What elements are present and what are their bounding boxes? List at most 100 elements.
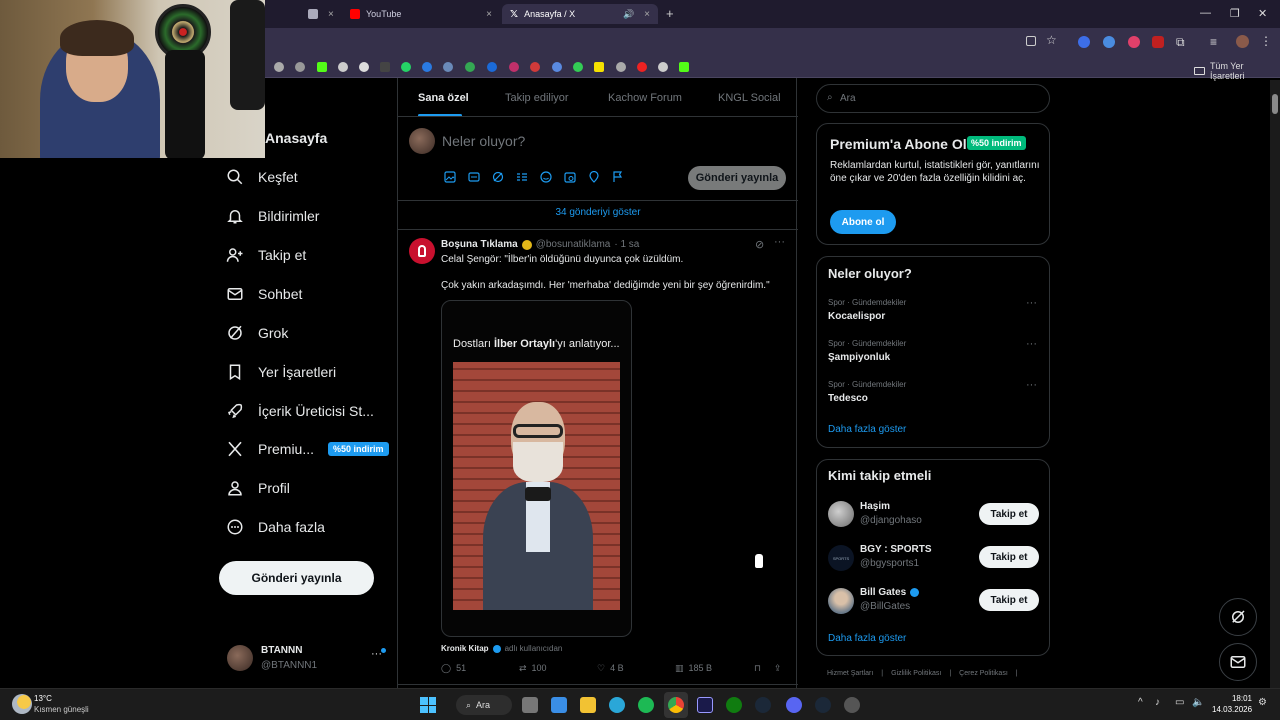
extension-icon[interactable] <box>1078 36 1090 48</box>
emoji-icon[interactable] <box>540 171 552 183</box>
tab-kachow-forum[interactable]: Kachow Forum <box>608 92 682 104</box>
bookmark-icon[interactable] <box>465 62 475 72</box>
avatar[interactable] <box>1236 35 1249 48</box>
volume-icon[interactable]: 🔈 <box>1192 697 1204 708</box>
post-media[interactable]: Dostları İlber Ortaylı'yı anlatıyor... <box>441 300 632 637</box>
repost-button[interactable]: ⇄ 100 <box>519 663 547 674</box>
sidebar-item-notifications[interactable]: Bildirimler <box>226 201 319 231</box>
compose-post-button[interactable]: Gönderi yayınla <box>688 166 786 190</box>
taskbar-search[interactable]: ⌕ Ara <box>456 695 512 715</box>
show-more-link[interactable]: Daha fazla göster <box>828 424 906 435</box>
close-tab-icon[interactable]: × <box>328 9 334 20</box>
post-button[interactable]: Gönderi yayınla <box>219 561 374 595</box>
network-icon[interactable]: ▭ <box>1175 697 1184 708</box>
minimize-icon[interactable]: — <box>1200 7 1211 19</box>
chevron-up-icon[interactable]: ^ <box>1138 697 1143 708</box>
bookmark-icon[interactable] <box>401 62 411 72</box>
clock-date[interactable]: 14.03.2026 <box>1212 705 1252 714</box>
tab-for-you[interactable]: Sana özel <box>418 92 469 104</box>
compose-input[interactable]: Neler oluyor? <box>442 133 525 149</box>
bookmark-icon[interactable] <box>616 62 626 72</box>
bookmark-icon[interactable] <box>487 62 497 72</box>
sidebar-item-follow[interactable]: Takip et <box>226 240 306 270</box>
weather-icon[interactable] <box>12 694 32 714</box>
views-button[interactable]: ▥ 185 B <box>675 663 712 674</box>
sidebar-item-premium[interactable]: Premiu... %50 indirim <box>226 434 389 464</box>
bookmark-icon[interactable] <box>552 62 562 72</box>
follow-button[interactable]: Takip et <box>979 546 1039 568</box>
page-title[interactable]: Anasayfa <box>265 130 327 146</box>
show-new-posts-link[interactable]: 34 gönderiyi göster <box>398 207 798 218</box>
trend-item[interactable]: Spor · Gündemdekiler Kocaelispor <box>828 298 1038 322</box>
account-switcher[interactable]: BTANNN @BTANNN1 ··· <box>227 644 387 674</box>
windows-start-icon[interactable] <box>420 697 436 713</box>
tab-youtube[interactable]: YouTube × <box>342 4 500 24</box>
all-bookmarks-folder[interactable]: Tüm Yer İşaretleri <box>1194 61 1280 81</box>
chrome-icon[interactable] <box>668 697 684 713</box>
star-icon[interactable]: ☆ <box>1046 33 1057 47</box>
tab-x-home[interactable]: 𝕏 Anasayfa / X 🔊 × <box>502 4 658 24</box>
file-explorer-icon[interactable] <box>580 697 596 713</box>
install-app-icon[interactable] <box>1026 36 1036 46</box>
post-author[interactable]: Boşuna Tıklama <box>441 239 518 250</box>
notifications-icon[interactable]: ⚙ <box>1258 697 1267 708</box>
extension-icon[interactable] <box>1128 36 1140 48</box>
flag-icon[interactable] <box>612 171 624 183</box>
post-time[interactable]: · 1 sa <box>614 239 639 250</box>
close-tab-icon[interactable]: × <box>644 9 650 20</box>
more-icon[interactable]: ··· <box>774 236 785 248</box>
tab-kngl-social[interactable]: KNGL Social <box>718 92 781 104</box>
follow-button[interactable]: Takip et <box>979 589 1039 611</box>
clock-time[interactable]: 18:01 <box>1212 694 1252 703</box>
premiere-icon[interactable] <box>697 697 713 713</box>
trend-item[interactable]: Spor · Gündemdekiler Tedesco <box>828 380 1038 404</box>
suggested-user-name-row[interactable]: Bill Gates <box>860 587 920 598</box>
task-view-icon[interactable] <box>522 697 538 713</box>
scrollbar-thumb[interactable] <box>1272 94 1278 114</box>
scrollbar[interactable] <box>1270 80 1280 688</box>
footer-link[interactable]: Hizmet Şartları <box>827 670 873 677</box>
close-tab-icon[interactable]: × <box>486 9 492 20</box>
messages-float-button[interactable] <box>1219 643 1257 681</box>
footer-link[interactable]: Çerez Politikası <box>959 670 1008 677</box>
bookmark-icon[interactable] <box>295 62 305 72</box>
more-icon[interactable]: ··· <box>1026 379 1037 391</box>
menu-icon[interactable]: ⋮ <box>1260 34 1272 48</box>
close-window-icon[interactable]: ✕ <box>1258 7 1267 20</box>
sidebar-item-more[interactable]: Daha fazla <box>226 512 325 542</box>
subscribe-button[interactable]: Abone ol <box>830 210 896 234</box>
media-icon[interactable]: ≡ <box>1210 35 1217 49</box>
bookmark-icon[interactable] <box>594 62 604 72</box>
image-icon[interactable] <box>444 171 456 183</box>
avatar[interactable]: SPORTS <box>828 545 854 571</box>
footer-link[interactable]: Gizlilik Politikası <box>891 670 941 677</box>
bookmark-icon[interactable] <box>380 62 390 72</box>
sidebar-item-chat[interactable]: Sohbet <box>226 279 302 309</box>
suggested-user-name[interactable]: Haşim <box>860 501 890 512</box>
bookmark-button[interactable]: ⊓ <box>754 663 761 674</box>
avatar[interactable] <box>828 588 854 614</box>
tab-following[interactable]: Takip ediliyor <box>505 92 569 104</box>
suggested-user-name[interactable]: BGY : SPORTS <box>860 544 932 555</box>
more-icon[interactable]: ··· <box>1026 338 1037 350</box>
store-icon[interactable] <box>551 697 567 713</box>
show-more-link[interactable]: Daha fazla göster <box>828 633 906 644</box>
bookmark-icon[interactable] <box>443 62 453 72</box>
reply-button[interactable]: ◯ 51 <box>441 663 466 674</box>
puzzle-icon[interactable]: ⧉ <box>1176 35 1185 50</box>
share-button[interactable]: ⇪ <box>774 663 782 674</box>
bookmark-icon[interactable] <box>509 62 519 72</box>
bookmark-icon[interactable] <box>679 62 689 72</box>
microphone-icon[interactable]: ♪ <box>1155 697 1160 708</box>
sidebar-item-creator-studio[interactable]: İçerik Üreticisi St... <box>226 396 374 426</box>
xbox-icon[interactable] <box>726 697 742 713</box>
bookmark-icon[interactable] <box>274 62 284 72</box>
spotify-icon[interactable] <box>638 697 654 713</box>
discord-icon[interactable] <box>786 697 802 713</box>
grok-explain-icon[interactable]: ⊘ <box>755 238 764 251</box>
trend-item[interactable]: Spor · Gündemdekiler Şampiyonluk <box>828 339 1038 363</box>
schedule-icon[interactable] <box>564 171 576 183</box>
weather-temp[interactable]: 13°C <box>34 694 52 703</box>
steam-icon[interactable] <box>815 697 831 713</box>
sidebar-item-grok[interactable]: Grok <box>226 318 288 348</box>
